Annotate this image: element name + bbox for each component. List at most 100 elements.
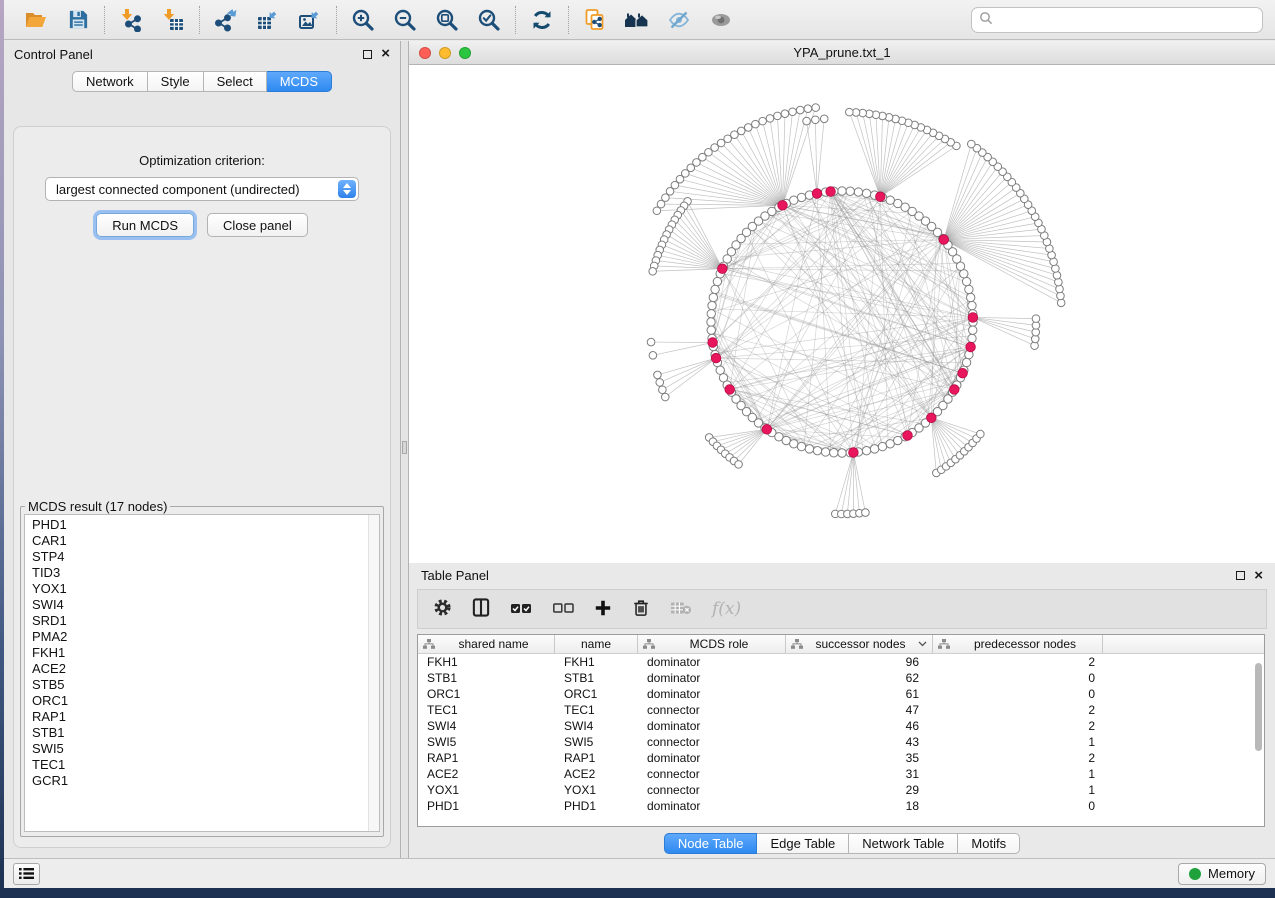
minimize-window-icon[interactable] — [439, 47, 451, 59]
table-row[interactable]: STB1STB1dominator620 — [418, 670, 1264, 686]
table-cell: ORC1 — [555, 687, 638, 701]
tab-style[interactable]: Style — [148, 71, 204, 92]
zoom-in-icon[interactable] — [350, 7, 376, 33]
zoom-fit-icon[interactable] — [434, 7, 460, 33]
mcds-result-item[interactable]: TEC1 — [32, 757, 379, 773]
mcds-result-item[interactable]: PMA2 — [32, 629, 379, 645]
search-input[interactable] — [993, 12, 1255, 27]
splitter-handle[interactable] — [402, 441, 407, 454]
tab-mcds[interactable]: MCDS — [267, 71, 332, 92]
float-panel-icon[interactable] — [363, 50, 372, 59]
tab-node-table[interactable]: Node Table — [664, 833, 758, 854]
mcds-result-item[interactable]: STB5 — [32, 677, 379, 693]
table-row[interactable]: TEC1TEC1connector472 — [418, 702, 1264, 718]
table-cell: TEC1 — [418, 703, 555, 717]
table-row[interactable]: FKH1FKH1dominator962 — [418, 654, 1264, 670]
table-cell: connector — [638, 703, 786, 717]
table-row[interactable]: PHD1PHD1dominator180 — [418, 798, 1264, 814]
memory-button[interactable]: Memory — [1178, 863, 1266, 885]
mcds-result-item[interactable]: GCR1 — [32, 773, 379, 789]
mcds-result-item[interactable]: STB1 — [32, 725, 379, 741]
table-cell: 46 — [786, 719, 933, 733]
show-all-icon[interactable] — [708, 7, 734, 33]
tree-icon — [423, 639, 435, 649]
zoom-out-icon[interactable] — [392, 7, 418, 33]
tab-network[interactable]: Network — [72, 71, 148, 92]
table-row[interactable]: RAP1RAP1dominator352 — [418, 750, 1264, 766]
import-network-icon[interactable] — [118, 7, 144, 33]
first-neighbors-icon[interactable] — [624, 7, 650, 33]
column-header-predecessor-nodes[interactable]: predecessor nodes — [933, 635, 1103, 653]
mcds-result-item[interactable]: FKH1 — [32, 645, 379, 661]
hide-selected-icon[interactable] — [666, 7, 692, 33]
table-row[interactable]: ACE2ACE2connector311 — [418, 766, 1264, 782]
folder-open-icon[interactable] — [23, 7, 49, 33]
table-row[interactable]: SWI4SWI4dominator462 — [418, 718, 1264, 734]
search-field[interactable] — [971, 7, 1263, 33]
mcds-result-item[interactable]: ACE2 — [32, 661, 379, 677]
node-table[interactable]: shared name name MCDS role successor nod… — [417, 634, 1265, 827]
table-cell: dominator — [638, 687, 786, 701]
run-mcds-button[interactable]: Run MCDS — [96, 213, 194, 237]
table-scrollbar-thumb[interactable] — [1255, 663, 1262, 751]
select-all-icon[interactable] — [510, 601, 532, 618]
table-cell: 35 — [786, 751, 933, 765]
table-row[interactable]: SWI5SWI5connector431 — [418, 734, 1264, 750]
column-header-name[interactable]: name — [555, 635, 638, 653]
mcds-result-item[interactable]: SRD1 — [32, 613, 379, 629]
table-cell: STB1 — [418, 671, 555, 685]
tab-edge-table[interactable]: Edge Table — [757, 833, 849, 854]
close-panel-icon[interactable]: × — [381, 49, 390, 59]
column-header-shared-name[interactable]: shared name — [418, 635, 555, 653]
mcds-result-item[interactable]: SWI4 — [32, 597, 379, 613]
export-network-icon[interactable] — [213, 7, 239, 33]
import-table-icon[interactable] — [160, 7, 186, 33]
table-cell: 0 — [933, 687, 1103, 701]
table-cell: 96 — [786, 655, 933, 669]
mcds-result-listbox[interactable]: PHD1CAR1STP4TID3YOX1SWI4SRD1PMA2FKH1ACE2… — [24, 514, 380, 832]
table-row[interactable]: YOX1YOX1connector291 — [418, 782, 1264, 798]
split-panel-icon[interactable] — [472, 598, 490, 620]
close-window-icon[interactable] — [419, 47, 431, 59]
panel-menu-button[interactable] — [13, 863, 40, 885]
save-icon[interactable] — [65, 7, 91, 33]
close-panel-button[interactable]: Close panel — [207, 213, 308, 237]
tab-motifs[interactable]: Motifs — [958, 833, 1020, 854]
float-table-panel-icon[interactable] — [1236, 571, 1245, 580]
table-cell: SWI5 — [555, 735, 638, 749]
mcds-result-item[interactable]: ORC1 — [32, 693, 379, 709]
add-column-icon[interactable] — [594, 599, 612, 620]
table-cell: 31 — [786, 767, 933, 781]
mcds-result-item[interactable]: STP4 — [32, 549, 379, 565]
mcds-result-item[interactable]: RAP1 — [32, 709, 379, 725]
function-builder-icon: f(x) — [712, 599, 741, 619]
tab-select[interactable]: Select — [204, 71, 267, 92]
main-toolbar — [4, 0, 1275, 40]
export-image-icon[interactable] — [297, 7, 323, 33]
delete-column-icon[interactable] — [632, 598, 650, 620]
copy-network-icon[interactable] — [582, 7, 608, 33]
network-canvas[interactable] — [409, 65, 1275, 563]
table-row[interactable]: ORC1ORC1dominator610 — [418, 686, 1264, 702]
column-header-mcds-role[interactable]: MCDS role — [638, 635, 786, 653]
panel-splitter[interactable] — [400, 41, 409, 858]
criterion-dropdown[interactable]: largest connected component (undirected) — [45, 177, 359, 201]
mcds-result-item[interactable]: PHD1 — [32, 517, 379, 533]
network-canvas-svg — [409, 65, 1275, 563]
settings-gear-icon[interactable] — [433, 598, 452, 620]
mcds-result-item[interactable]: SWI5 — [32, 741, 379, 757]
mcds-list-scrollbar[interactable] — [368, 515, 379, 831]
column-header-successor-nodes[interactable]: successor nodes — [786, 635, 933, 653]
export-table-icon[interactable] — [255, 7, 281, 33]
tab-network-table[interactable]: Network Table — [849, 833, 958, 854]
mcds-result-item[interactable]: YOX1 — [32, 581, 379, 597]
table-cell: dominator — [638, 751, 786, 765]
mcds-result-item[interactable]: CAR1 — [32, 533, 379, 549]
maximize-window-icon[interactable] — [459, 47, 471, 59]
deselect-all-icon[interactable] — [552, 601, 574, 618]
zoom-selected-icon[interactable] — [476, 7, 502, 33]
table-cell: 2 — [933, 703, 1103, 717]
mcds-result-item[interactable]: TID3 — [32, 565, 379, 581]
refresh-icon[interactable] — [529, 7, 555, 33]
close-table-panel-icon[interactable]: × — [1254, 571, 1263, 581]
